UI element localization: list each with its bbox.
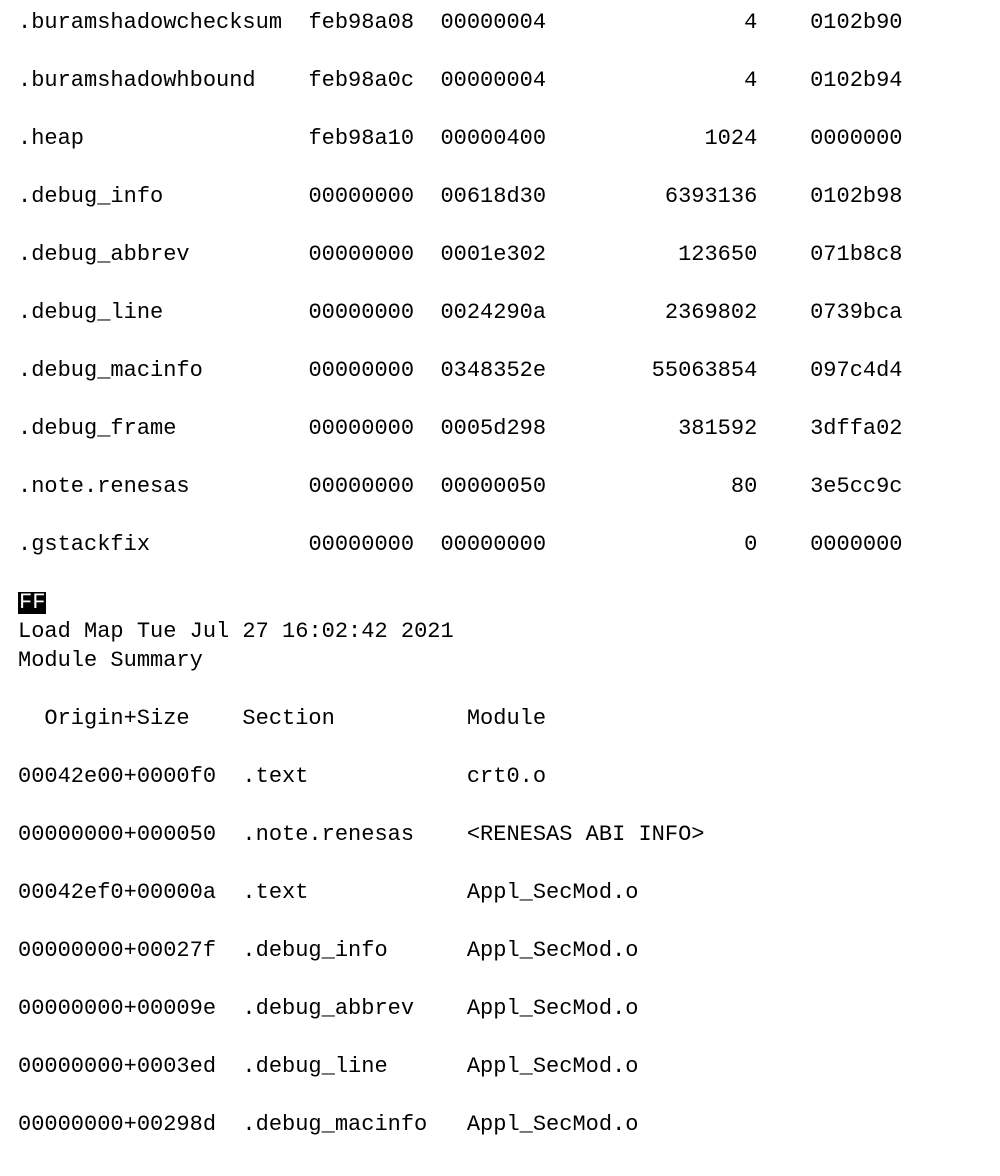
section-col-b: 0348352e xyxy=(440,356,572,385)
section-col-c: 3e5cc9c xyxy=(810,472,902,501)
section-col-b: 00000400 xyxy=(440,124,572,153)
section-col-b: 0024290a xyxy=(440,298,572,327)
section-col-a: 00000000 xyxy=(308,182,440,211)
section-col-b: 00618d30 xyxy=(440,182,572,211)
section-col-c: 0102b98 xyxy=(810,182,902,211)
module-origin-size: 00042e00+0000f0 xyxy=(18,762,242,791)
module-row: 00000000+00009e.debug_abbrevAppl_SecMod.… xyxy=(18,994,982,1023)
module-header-section: Section xyxy=(242,704,466,733)
section-name: .note.renesas xyxy=(18,472,308,501)
section-col-dec: 4 xyxy=(572,66,757,95)
module-row: 00042e00+0000f0.textcrt0.o xyxy=(18,762,982,791)
section-col-dec: 0 xyxy=(572,530,757,559)
section-name: .buramshadowchecksum xyxy=(18,8,308,37)
module-section: .note.renesas xyxy=(242,820,466,849)
section-col-c: 0000000 xyxy=(810,124,902,153)
section-col-b: 00000050 xyxy=(440,472,572,501)
section-col-b: 00000000 xyxy=(440,530,572,559)
section-name: .gstackfix xyxy=(18,530,308,559)
section-name: .debug_abbrev xyxy=(18,240,308,269)
module-name: <RENESAS ABI INFO> xyxy=(467,820,705,849)
section-col-c: 0102b94 xyxy=(810,66,902,95)
section-col-b: 0005d298 xyxy=(440,414,572,443)
module-section: .text xyxy=(242,762,466,791)
module-name: crt0.o xyxy=(467,762,546,791)
section-col-c: 3dffa02 xyxy=(810,414,902,443)
section-name: .debug_frame xyxy=(18,414,308,443)
section-col-a: 00000000 xyxy=(308,472,440,501)
module-name: Appl_SecMod.o xyxy=(467,1052,639,1081)
module-section: .debug_line xyxy=(242,1052,466,1081)
section-col-b: 0001e302 xyxy=(440,240,572,269)
section-col-a: feb98a10 xyxy=(308,124,440,153)
load-map-timestamp: Load Map Tue Jul 27 16:02:42 2021 xyxy=(18,619,454,644)
module-row: 00042ef0+00000a.textAppl_SecMod.o xyxy=(18,878,982,907)
module-section: .text xyxy=(242,878,466,907)
section-name: .debug_line xyxy=(18,298,308,327)
section-row: .debug_frame000000000005d298381592 3dffa0… xyxy=(18,414,982,443)
module-header-origin: Origin+Size xyxy=(44,704,242,733)
section-row: .debug_abbrev000000000001e302123650 071b8… xyxy=(18,240,982,269)
section-name: .debug_macinfo xyxy=(18,356,308,385)
module-summary-label: Module Summary xyxy=(18,648,203,673)
section-row: .heapfeb98a10000004001024 0000000 xyxy=(18,124,982,153)
module-origin-size: 00000000+00009e xyxy=(18,994,242,1023)
section-name: .debug_info xyxy=(18,182,308,211)
module-header-row: Origin+SizeSectionModule xyxy=(18,704,982,733)
module-origin-size: 00000000+0003ed xyxy=(18,1052,242,1081)
module-name: Appl_SecMod.o xyxy=(467,878,639,907)
section-name: .buramshadowhbound xyxy=(18,66,308,95)
section-col-c: 0739bca xyxy=(810,298,902,327)
module-row: 00000000+00027f.debug_infoAppl_SecMod.o xyxy=(18,936,982,965)
section-name: .heap xyxy=(18,124,308,153)
section-col-dec: 6393136 xyxy=(572,182,757,211)
module-origin-size: 00000000+00298d xyxy=(18,1110,242,1139)
section-row: .note.renesas000000000000005080 3e5cc9c xyxy=(18,472,982,501)
section-col-dec: 123650 xyxy=(572,240,757,269)
module-section: .debug_abbrev xyxy=(242,994,466,1023)
map-file-text: .buramshadowchecksumfeb98a08000000044010… xyxy=(0,0,1000,1176)
section-col-a: 00000000 xyxy=(308,298,440,327)
module-name: Appl_SecMod.o xyxy=(467,1110,639,1139)
module-origin-size: 00000000+000050 xyxy=(18,820,242,849)
section-row: .gstackfix000000000000000000000000 xyxy=(18,530,982,559)
section-col-a: 00000000 xyxy=(308,530,440,559)
section-row: .debug_info0000000000618d306393136 0102b9… xyxy=(18,182,982,211)
module-origin-size: 00000000+00027f xyxy=(18,936,242,965)
section-col-c: 0000000 xyxy=(810,530,902,559)
section-row: .debug_line000000000024290a2369802 0739bc… xyxy=(18,298,982,327)
section-col-dec: 4 xyxy=(572,8,757,37)
module-origin-size: 00042ef0+00000a xyxy=(18,878,242,907)
section-row: .buramshadowchecksumfeb98a08000000044 010… xyxy=(18,8,982,37)
module-header-module: Module xyxy=(467,704,546,733)
section-row: .buramshadowhboundfeb98a0c000000044 0102b… xyxy=(18,66,982,95)
ff-marker: FF xyxy=(18,590,46,615)
module-name: Appl_SecMod.o xyxy=(467,936,639,965)
module-row: 00000000+000050.note.renesas<RENESAS ABI… xyxy=(18,820,982,849)
section-col-a: 00000000 xyxy=(308,414,440,443)
section-col-dec: 2369802 xyxy=(572,298,757,327)
section-col-dec: 80 xyxy=(572,472,757,501)
section-col-c: 071b8c8 xyxy=(810,240,902,269)
module-section: .debug_macinfo xyxy=(242,1110,466,1139)
module-row: 00000000+00298d.debug_macinfoAppl_SecMod… xyxy=(18,1110,982,1139)
section-col-c: 097c4d4 xyxy=(810,356,902,385)
section-col-a: 00000000 xyxy=(308,356,440,385)
section-col-b: 00000004 xyxy=(440,66,572,95)
section-row: .debug_macinfo000000000348352e55063854 09… xyxy=(18,356,982,385)
section-col-a: feb98a0c xyxy=(308,66,440,95)
module-section: .debug_info xyxy=(242,936,466,965)
section-col-dec: 381592 xyxy=(572,414,757,443)
section-col-a: feb98a08 xyxy=(308,8,440,37)
section-col-dec: 1024 xyxy=(572,124,757,153)
module-row: 00000000+0003ed.debug_lineAppl_SecMod.o xyxy=(18,1052,982,1081)
section-col-b: 00000004 xyxy=(440,8,572,37)
section-col-c: 0102b90 xyxy=(810,8,902,37)
module-name: Appl_SecMod.o xyxy=(467,994,639,1023)
section-col-a: 00000000 xyxy=(308,240,440,269)
section-col-dec: 55063854 xyxy=(572,356,757,385)
